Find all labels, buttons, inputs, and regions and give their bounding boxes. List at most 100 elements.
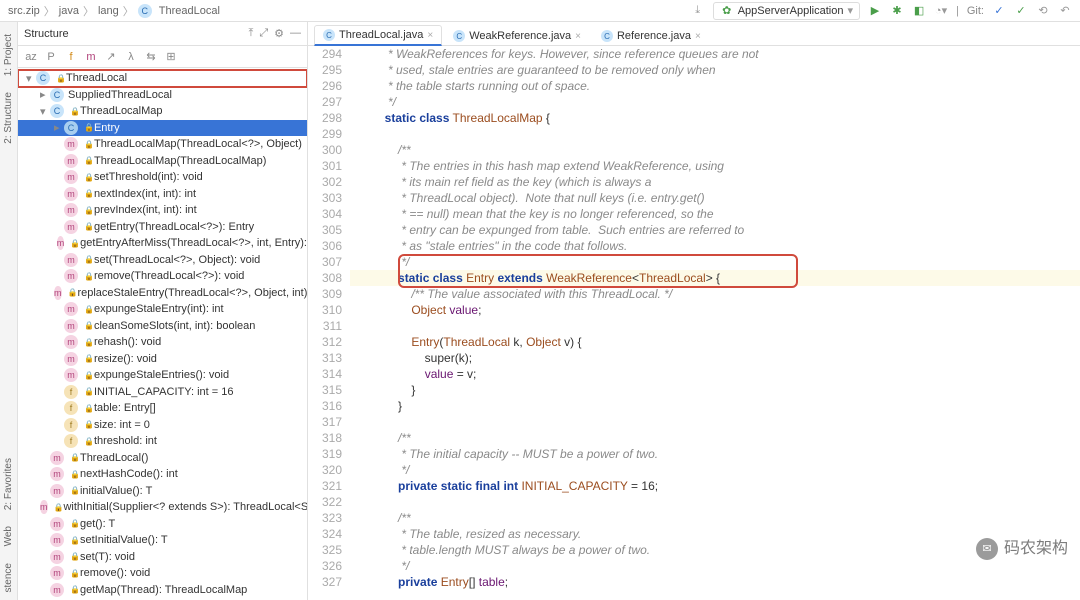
tree-method[interactable]: m🔒getEntryAfterMiss(ThreadLocal<?>, int,… — [18, 235, 307, 252]
filter-public-icon[interactable]: P — [44, 50, 58, 64]
group-icon[interactable]: ⊞ — [164, 50, 178, 64]
class-icon: C — [453, 30, 465, 42]
tree-method[interactable]: m🔒expungeStaleEntries(): void — [18, 367, 307, 384]
tree-method[interactable]: m🔒getMap(Thread): ThreadLocalMap — [18, 582, 307, 599]
rail-favorites[interactable]: 2: Favorites — [3, 458, 14, 510]
tree-method[interactable]: m🔒prevIndex(int, int): int — [18, 202, 307, 219]
field-icon: f — [64, 418, 78, 432]
lock-icon: 🔒 — [84, 255, 94, 264]
tree-method[interactable]: m🔒expungeStaleEntry(int): int — [18, 301, 307, 318]
method-icon: m — [50, 550, 64, 564]
run-config-combo[interactable]: ✿ AppServerApplication ▾ — [713, 2, 860, 20]
filter-inherited-icon[interactable]: ↗ — [104, 50, 118, 64]
tab-weakref[interactable]: CWeakReference.java× — [444, 26, 590, 45]
tab-reference[interactable]: CReference.java× — [592, 26, 710, 45]
tree-method[interactable]: m🔒resize(): void — [18, 351, 307, 368]
left-tool-rail: 1: Project 2: Structure 2: Favorites Web… — [0, 22, 18, 600]
lock-icon: 🔒 — [84, 420, 94, 429]
rail-web[interactable]: Web — [3, 526, 14, 546]
tree-class[interactable]: ▾C🔒ThreadLocalMap — [18, 103, 307, 120]
rail-stence[interactable]: stence — [3, 563, 14, 592]
tree-class-entry[interactable]: ▸C🔒Entry — [18, 120, 307, 137]
class-icon: C — [50, 88, 64, 102]
git-update-icon[interactable]: ✓ — [992, 4, 1006, 18]
crumb-srczip[interactable]: src.zip — [8, 5, 40, 17]
field-icon: f — [64, 385, 78, 399]
debug-icon[interactable]: ✱ — [890, 4, 904, 18]
autoscroll-icon[interactable]: ⇆ — [144, 50, 158, 64]
close-icon[interactable]: × — [575, 31, 581, 42]
structure-tree[interactable]: ▾C🔒ThreadLocal ▸CSuppliedThreadLocal ▾C🔒… — [18, 68, 307, 600]
method-icon: m — [50, 484, 64, 498]
git-history-icon[interactable]: ⟲ — [1036, 4, 1050, 18]
coverage-icon[interactable]: ◧ — [912, 4, 926, 18]
filter-anon-icon[interactable]: λ — [124, 50, 138, 64]
class-icon: C — [36, 71, 50, 85]
panel-title: Structure — [24, 28, 69, 40]
crumb-class[interactable]: CThreadLocal — [138, 4, 220, 18]
tree-method[interactable]: m🔒nextHashCode(): int — [18, 466, 307, 483]
tree-method[interactable]: m🔒set(T): void — [18, 549, 307, 566]
tree-method[interactable]: m🔒ThreadLocalMap(ThreadLocal<?>, Object) — [18, 136, 307, 153]
sort-alpha-icon[interactable]: az — [24, 50, 38, 64]
tree-method[interactable]: m🔒getEntry(ThreadLocal<?>): Entry — [18, 219, 307, 236]
lock-icon: 🔒 — [84, 173, 94, 182]
rail-project[interactable]: 1: Project — [3, 34, 14, 76]
hide-icon[interactable]: — — [290, 27, 301, 40]
toolbar-right: ⤓ ✿ AppServerApplication ▾ ▶ ✱ ◧ ◔▾ | Gi… — [691, 2, 1072, 20]
tab-threadlocal[interactable]: CThreadLocal.java× — [314, 25, 442, 46]
lock-icon: 🔒 — [84, 437, 94, 446]
filter-method-icon[interactable]: m — [84, 50, 98, 64]
method-icon: m — [50, 566, 64, 580]
tree-method[interactable]: m🔒cleanSomeSlots(int, int): boolean — [18, 318, 307, 335]
lock-icon: 🔒 — [84, 222, 94, 231]
tree-method[interactable]: m🔒initialValue(): T — [18, 483, 307, 500]
git-revert-icon[interactable]: ↶ — [1058, 4, 1072, 18]
code-area[interactable]: 2942952962972982993003013023033043053063… — [308, 46, 1080, 600]
rail-structure[interactable]: 2: Structure — [3, 92, 14, 144]
filter-field-icon[interactable]: f — [64, 50, 78, 64]
crumb-java[interactable]: java — [59, 5, 79, 17]
method-icon: m — [50, 517, 64, 531]
gutter: 2942952962972982993003013023033043053063… — [308, 46, 350, 600]
tree-field[interactable]: f🔒table: Entry[] — [18, 400, 307, 417]
method-icon: m — [57, 236, 65, 250]
tree-method[interactable]: m🔒remove(ThreadLocal<?>): void — [18, 268, 307, 285]
tree-method[interactable]: m🔒ThreadLocal() — [18, 450, 307, 467]
tree-method[interactable]: m🔒replaceStaleEntry(ThreadLocal<?>, Obje… — [18, 285, 307, 302]
tree-method[interactable]: m🔒withInitial(Supplier<? extends S>): Th… — [18, 499, 307, 516]
code-lines[interactable]: * WeakReferences for keys. However, sinc… — [350, 46, 1080, 600]
tree-method[interactable]: m🔒get(): T — [18, 516, 307, 533]
lock-icon: 🔒 — [84, 272, 94, 281]
tree-method[interactable]: m🔒nextIndex(int, int): int — [18, 186, 307, 203]
tree-method[interactable]: m🔒setInitialValue(): T — [18, 532, 307, 549]
tree-method[interactable]: m🔒set(ThreadLocal<?>, Object): void — [18, 252, 307, 269]
editor-tabs: CThreadLocal.java× CWeakReference.java× … — [308, 22, 1080, 46]
build-icon[interactable]: ⤓ — [691, 4, 705, 18]
tree-class[interactable]: ▸CSuppliedThreadLocal — [18, 87, 307, 104]
lock-icon: 🔒 — [70, 536, 80, 545]
tree-field[interactable]: f🔒size: int = 0 — [18, 417, 307, 434]
run-config-name: AppServerApplication — [738, 5, 844, 17]
method-icon: m — [50, 533, 64, 547]
method-icon: m — [64, 302, 78, 316]
lock-icon: 🔒 — [84, 140, 94, 149]
tree-field[interactable]: f🔒INITIAL_CAPACITY: int = 16 — [18, 384, 307, 401]
close-icon[interactable]: × — [427, 30, 433, 41]
gear-icon[interactable]: ⚙ — [274, 27, 284, 40]
tree-method[interactable]: m🔒remove(): void — [18, 565, 307, 582]
profile-icon[interactable]: ◔▾ — [934, 4, 948, 18]
tree-method[interactable]: m🔒ThreadLocalMap(ThreadLocalMap) — [18, 153, 307, 170]
git-commit-icon[interactable]: ✓ — [1014, 4, 1028, 18]
tree-method[interactable]: m🔒rehash(): void — [18, 334, 307, 351]
tree-field[interactable]: f🔒threshold: int — [18, 433, 307, 450]
close-icon[interactable]: × — [695, 31, 701, 42]
expand-icon[interactable]: ⤢ — [259, 27, 268, 40]
tree-root[interactable]: ▾C🔒ThreadLocal — [18, 70, 307, 87]
crumb-lang[interactable]: lang — [98, 5, 119, 17]
tree-method[interactable]: m🔒setThreshold(int): void — [18, 169, 307, 186]
sort-icon[interactable]: ⤒ — [248, 27, 253, 40]
lock-icon: 🔒 — [84, 206, 94, 215]
method-icon: m — [64, 368, 78, 382]
run-icon[interactable]: ▶ — [868, 4, 882, 18]
